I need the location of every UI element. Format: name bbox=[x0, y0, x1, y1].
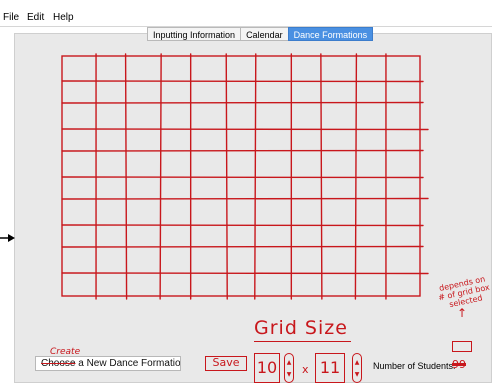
grid-row-line bbox=[61, 176, 424, 179]
students-value: 99 bbox=[452, 358, 466, 371]
columns-stepper[interactable]: ▲ ▼ bbox=[352, 353, 362, 383]
grid-row-line bbox=[61, 80, 424, 83]
grid-column-line bbox=[354, 53, 358, 300]
grid-column-line bbox=[254, 53, 257, 300]
grid-column-line bbox=[320, 53, 323, 300]
grid-row-line bbox=[61, 224, 424, 227]
save-button[interactable]: Save bbox=[205, 356, 247, 371]
rows-input[interactable]: 10 bbox=[254, 353, 280, 383]
stepper-down-icon[interactable]: ▼ bbox=[285, 371, 293, 379]
grid-outline bbox=[61, 55, 421, 297]
name-field-text: a New Dance Formation bbox=[75, 358, 181, 369]
struck-word: Choose bbox=[41, 358, 76, 369]
stepper-up-icon[interactable]: ▲ bbox=[353, 359, 361, 367]
stepper-up-icon[interactable]: ▲ bbox=[285, 359, 293, 367]
rows-stepper[interactable]: ▲ ▼ bbox=[284, 353, 294, 383]
times-symbol: x bbox=[302, 363, 309, 376]
arrow-right-icon bbox=[0, 234, 15, 242]
grid-size-underline bbox=[254, 341, 351, 342]
grid-row-line bbox=[61, 101, 424, 104]
stepper-down-icon[interactable]: ▼ bbox=[353, 371, 361, 379]
grid-row-line bbox=[61, 128, 429, 131]
formation-grid[interactable] bbox=[0, 0, 492, 385]
grid-row-line bbox=[61, 272, 429, 275]
grid-row-line bbox=[61, 149, 424, 152]
columns-input[interactable]: 11 bbox=[315, 353, 345, 383]
grid-column-line bbox=[225, 53, 228, 300]
students-box bbox=[452, 341, 472, 352]
grid-size-title: Grid Size bbox=[254, 317, 348, 339]
students-label: Number of Students: bbox=[373, 361, 456, 371]
grid-row-line bbox=[61, 245, 424, 248]
grid-row-line bbox=[61, 197, 429, 200]
up-arrow-icon: ↑ bbox=[457, 306, 468, 320]
formation-name-field[interactable]: Choose a New Dance Formation bbox=[35, 356, 181, 371]
